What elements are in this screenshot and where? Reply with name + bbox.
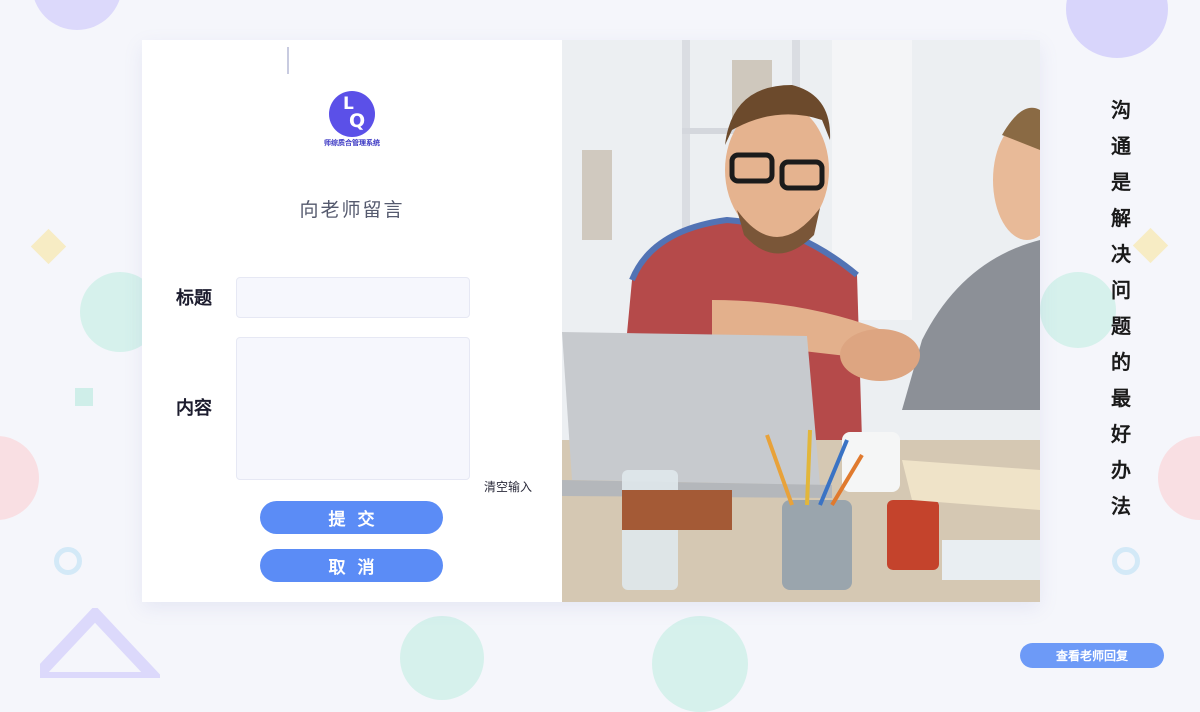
slogan-vertical: 沟 通 是 解 决 问 题 的 最 好 办 法	[1104, 92, 1138, 524]
decor-square-left	[75, 388, 93, 406]
decor-teal-bottom-2	[652, 616, 748, 712]
decor-pink-left	[0, 436, 39, 520]
slogan-char: 是	[1111, 170, 1131, 194]
decor-teal-bottom-1	[400, 616, 484, 700]
decor-diamond-left	[30, 228, 67, 265]
decor-ring-right	[1112, 547, 1140, 575]
slogan-char: 问	[1111, 278, 1131, 302]
page-title: 向老师留言	[299, 199, 405, 221]
subject-label: 标题	[176, 288, 212, 309]
submit-button[interactable]: 提交	[260, 501, 443, 534]
slogan-char: 法	[1111, 494, 1131, 518]
subject-input[interactable]	[236, 277, 470, 318]
slogan-char: 通	[1111, 134, 1131, 158]
slogan-char: 的	[1111, 350, 1131, 374]
slogan-char: 办	[1111, 458, 1131, 482]
handshake-illustration	[562, 40, 1040, 602]
slogan-char: 决	[1111, 242, 1131, 266]
decor-circle-top-left	[32, 0, 122, 30]
cancel-button[interactable]: 取消	[260, 549, 443, 582]
view-teacher-reply-button[interactable]: 查看老师回复	[1020, 643, 1164, 668]
slogan-char: 沟	[1111, 98, 1131, 122]
school-logo: L Q	[329, 91, 375, 137]
decor-circle-top-right	[1066, 0, 1168, 58]
decor-diamond-right	[1132, 227, 1169, 264]
slogan-char: 题	[1111, 314, 1131, 338]
content-label: 内容	[176, 398, 212, 419]
text-cursor	[287, 47, 289, 74]
handshake-photo	[562, 40, 1040, 602]
clear-input-link[interactable]: 清空输入	[484, 478, 532, 495]
slogan-char: 好	[1111, 422, 1131, 446]
slogan-char: 解	[1111, 206, 1131, 230]
logo-letter-q: Q	[349, 110, 366, 132]
content-textarea[interactable]	[236, 337, 470, 480]
decor-pink-right	[1158, 436, 1200, 520]
logo-caption: 师综质合管理系统	[324, 139, 380, 147]
message-form-panel: L Q 师综质合管理系统 向老师留言 标题 内容 清空输入 提交 取消	[142, 40, 562, 602]
slogan-char: 最	[1111, 386, 1131, 410]
message-card: L Q 师综质合管理系统 向老师留言 标题 内容 清空输入 提交 取消	[142, 40, 1040, 602]
decor-triangle-bottom	[40, 608, 160, 678]
decor-ring-left	[54, 547, 82, 575]
